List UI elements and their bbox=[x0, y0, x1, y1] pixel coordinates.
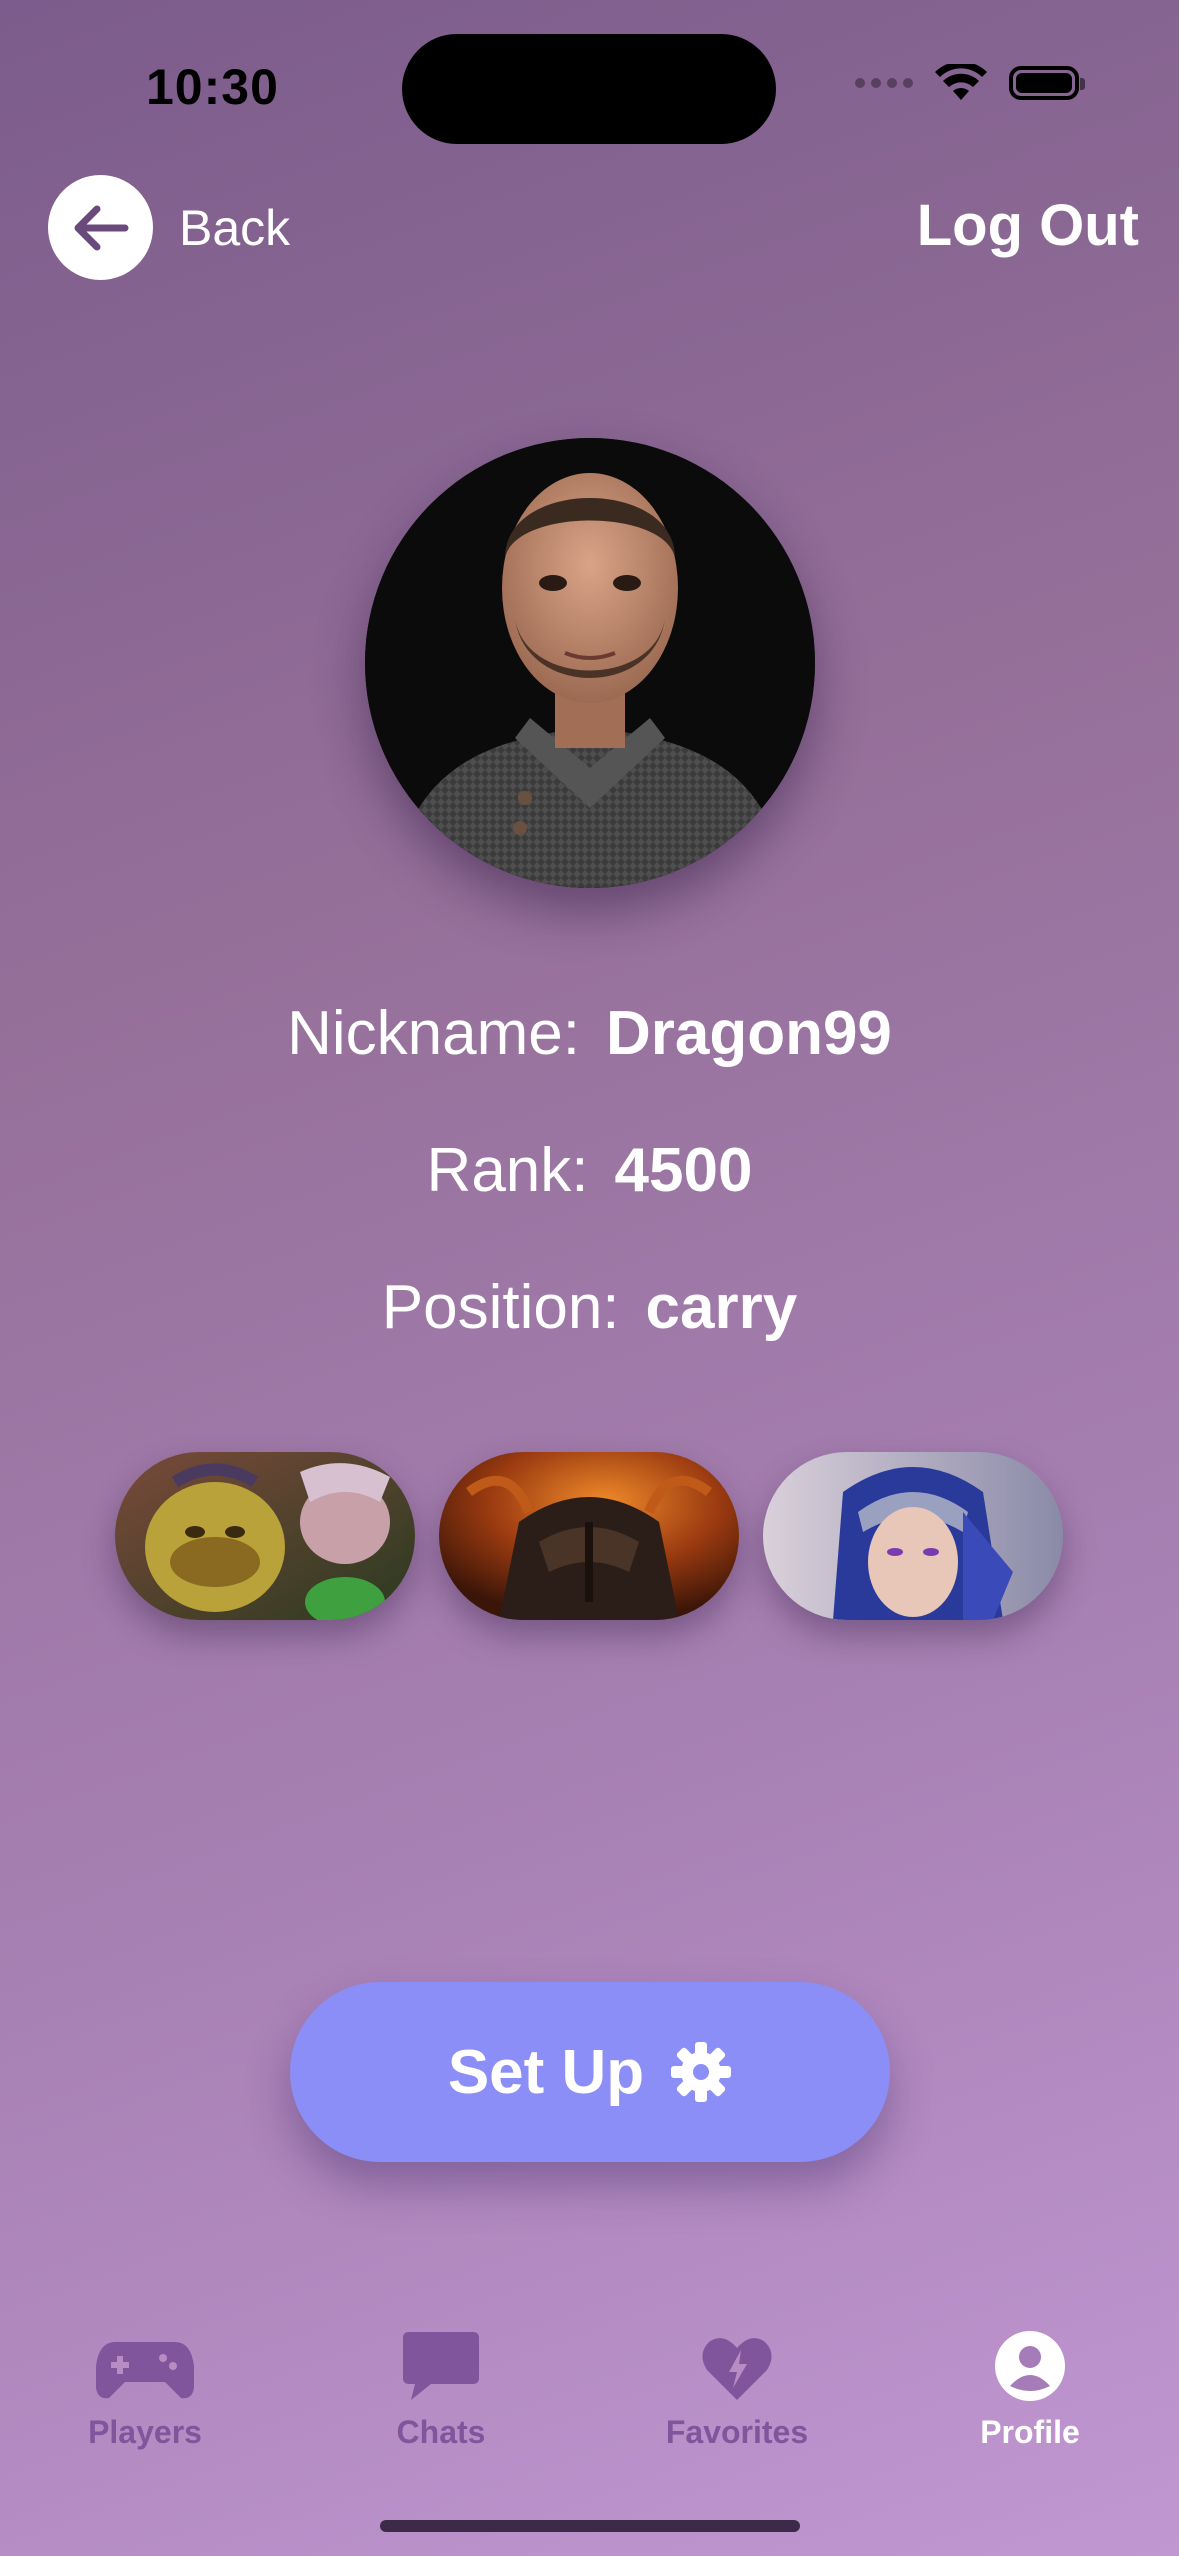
rank-label: Rank: bbox=[426, 1136, 589, 1205]
tab-players-label: Players bbox=[88, 2414, 202, 2450]
tab-chats-label: Chats bbox=[396, 2414, 486, 2450]
avatar[interactable] bbox=[365, 438, 815, 888]
status-time: 10:30 bbox=[146, 59, 279, 115]
wifi-icon bbox=[935, 64, 987, 100]
cellular-signal-icon bbox=[855, 78, 913, 88]
setup-button[interactable]: Set Up bbox=[290, 1982, 890, 2162]
nickname-value: Dragon99 bbox=[605, 999, 892, 1068]
battery-icon bbox=[1009, 66, 1085, 100]
favorite-heroes bbox=[115, 1452, 1063, 1620]
gear-icon bbox=[671, 2042, 732, 2102]
tab-favorites[interactable]: Favorites bbox=[627, 2318, 847, 2451]
back-arrow-icon bbox=[48, 175, 153, 280]
dynamic-island bbox=[402, 34, 776, 144]
rank-value: 4500 bbox=[614, 1136, 753, 1205]
tab-profile-label: Profile bbox=[980, 2414, 1080, 2450]
back-button[interactable]: Back bbox=[48, 175, 290, 280]
tab-profile[interactable]: Profile bbox=[920, 2318, 1140, 2451]
heart-bolt-icon bbox=[701, 2318, 773, 2402]
position-row: Position: carry bbox=[0, 1272, 1179, 1343]
hero-alchemist-portrait[interactable] bbox=[115, 1452, 415, 1620]
position-label: Position: bbox=[381, 1273, 620, 1342]
rank-row: Rank: 4500 bbox=[0, 1135, 1179, 1206]
tab-players[interactable]: Players bbox=[35, 2318, 255, 2451]
nickname-label: Nickname: bbox=[287, 999, 580, 1068]
tab-bar: Players Chats Favorites Profile bbox=[0, 2318, 1179, 2458]
chat-bubble-icon bbox=[401, 2318, 481, 2402]
setup-label: Set Up bbox=[447, 2037, 645, 2107]
gamepad-icon bbox=[95, 2318, 195, 2402]
position-value: carry bbox=[645, 1273, 798, 1342]
status-icons bbox=[855, 64, 1085, 102]
tab-chats[interactable]: Chats bbox=[331, 2318, 551, 2451]
nickname-row: Nickname: Dragon99 bbox=[0, 998, 1179, 1069]
back-label: Back bbox=[179, 199, 291, 256]
logout-button[interactable]: Log Out bbox=[917, 192, 1139, 259]
avatar-photo bbox=[365, 438, 815, 888]
hero-luna-portrait[interactable] bbox=[763, 1452, 1063, 1620]
tab-favorites-label: Favorites bbox=[665, 2414, 809, 2450]
person-circle-icon bbox=[994, 2318, 1066, 2402]
home-indicator[interactable] bbox=[380, 2520, 800, 2532]
hero-chaos-knight-portrait[interactable] bbox=[439, 1452, 739, 1620]
